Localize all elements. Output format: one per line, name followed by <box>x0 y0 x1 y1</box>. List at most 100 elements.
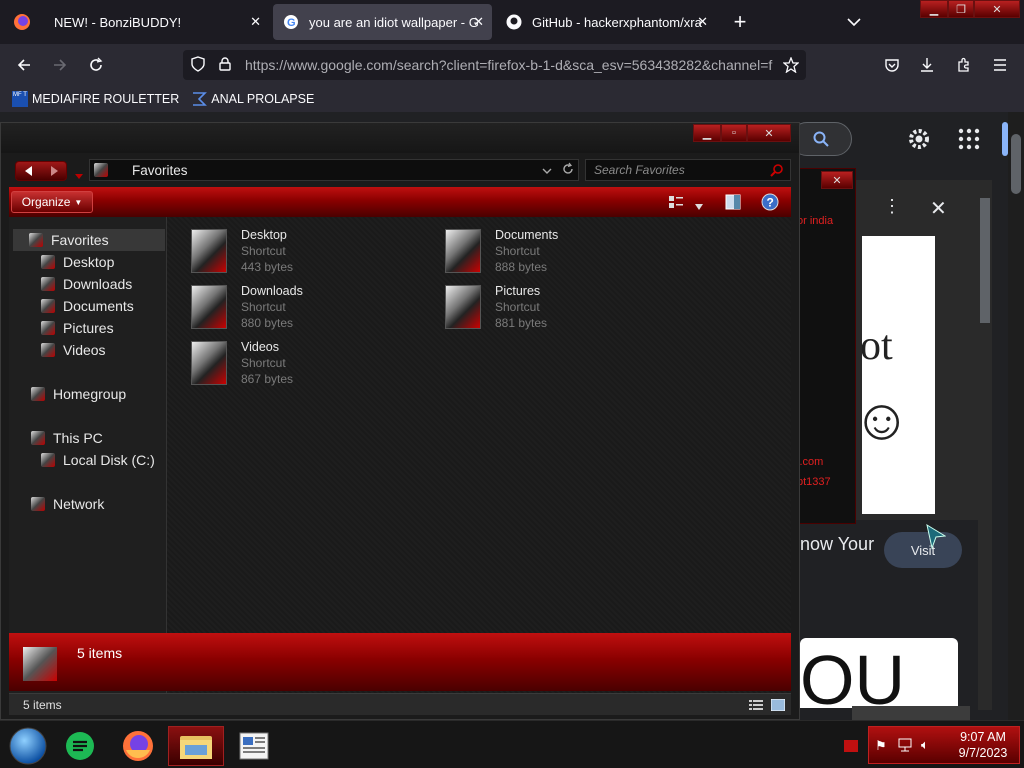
firefox-icon[interactable] <box>110 726 166 766</box>
tab-bonzibuddy[interactable]: NEW! - BonziBUDDY! ✕ <box>44 4 269 40</box>
firefox-menu-icon[interactable] <box>8 8 36 36</box>
sidebar-label: Desktop <box>63 254 115 270</box>
sidebar-label: Videos <box>63 342 106 358</box>
sidebar-item-local-disk[interactable]: Local Disk (C:) <box>41 449 155 471</box>
sidebar-item-videos[interactable]: Videos <box>41 339 106 361</box>
recent-locations-chevron-icon[interactable] <box>75 167 85 179</box>
file-type: Shortcut <box>241 244 286 258</box>
maximize-button[interactable]: ❐ <box>948 0 974 18</box>
popup-text: l.com <box>797 456 824 468</box>
new-tab-button[interactable]: + <box>726 8 754 36</box>
file-name: Pictures <box>495 284 541 298</box>
status-item-count: 5 items <box>23 698 62 712</box>
horizontal-scrollbar[interactable] <box>852 706 970 720</box>
google-icon: G <box>283 14 299 30</box>
refresh-icon[interactable] <box>562 162 574 181</box>
extensions-icon[interactable] <box>950 51 978 79</box>
sidebar-item-homegroup[interactable]: Homegroup <box>31 383 126 405</box>
sidebar-item-desktop[interactable]: Desktop <box>41 251 114 273</box>
explorer-search-field[interactable]: Search Favorites <box>585 159 791 181</box>
preview-scrollbar[interactable] <box>978 190 992 710</box>
show-hidden-icons-icon[interactable] <box>844 740 858 752</box>
bookmark-mediafire[interactable]: MF T MEDIAFIRE ROULETTER <box>12 91 179 107</box>
url-text[interactable]: https://www.google.com/search?client=fir… <box>245 57 775 73</box>
tab-google-search[interactable]: G you are an idiot wallpaper - Goo ✕ <box>273 4 492 40</box>
explorer-title-bar[interactable] <box>1 123 799 153</box>
close-icon[interactable]: ✕ <box>697 14 708 30</box>
lock-icon[interactable] <box>219 56 233 74</box>
command-bar: Organize ▼ ? <box>9 187 791 217</box>
organize-button[interactable]: Organize ▼ <box>11 191 93 213</box>
explorer-forward-icon[interactable] <box>41 162 66 180</box>
sidebar-item-favorites[interactable]: Favorites <box>13 229 165 251</box>
result-image[interactable]: OU <box>800 638 958 708</box>
file-item-videos[interactable]: Videos Shortcut 867 bytes <box>191 339 431 395</box>
pocket-icon[interactable] <box>878 51 906 79</box>
help-icon[interactable]: ? <box>761 193 779 211</box>
explorer-back-icon[interactable] <box>16 162 41 180</box>
view-options-chevron-icon[interactable] <box>695 197 705 210</box>
large-icons-view-icon[interactable] <box>770 698 786 712</box>
file-explorer-icon[interactable] <box>168 726 224 766</box>
scrollbar-thumb[interactable] <box>1011 134 1021 194</box>
organize-label: Organize <box>21 195 71 209</box>
document-viewer-icon[interactable] <box>226 726 282 766</box>
explorer-minimize-button[interactable]: ▁ <box>693 124 721 142</box>
address-bar[interactable]: https://www.google.com/search?client=fir… <box>183 50 806 80</box>
sidebar-item-network[interactable]: Network <box>31 493 104 515</box>
hamburger-menu-icon[interactable] <box>986 51 1014 79</box>
file-explorer-window: ▁ ▫ ✕ Favorites Search Favorites Organiz… <box>0 122 800 720</box>
page-scrollbar[interactable] <box>1008 112 1024 720</box>
start-orb-icon[interactable] <box>0 726 56 766</box>
bookmark-anal-prolapse[interactable]: ANAL PROLAPSE <box>191 91 314 107</box>
close-preview-icon[interactable]: ✕ <box>930 196 952 220</box>
visit-button[interactable]: Visit <box>884 532 962 568</box>
preview-pane-icon[interactable] <box>725 194 741 210</box>
search-icon[interactable] <box>770 163 784 182</box>
preview-scrollbar-thumb[interactable] <box>980 198 990 323</box>
file-item-pictures[interactable]: Pictures Shortcut 881 bytes <box>445 283 685 339</box>
shield-icon[interactable] <box>191 55 207 75</box>
file-list-pane: Desktop Shortcut 443 bytes Documents Sho… <box>167 217 791 695</box>
file-item-documents[interactable]: Documents Shortcut 888 bytes <box>445 227 685 283</box>
explorer-close-button[interactable]: ✕ <box>747 124 791 142</box>
sidebar-item-this-pc[interactable]: This PC <box>31 427 103 449</box>
explorer-maximize-button[interactable]: ▫ <box>721 124 747 142</box>
close-icon[interactable]: ✕ <box>250 14 261 30</box>
back-arrow-icon[interactable] <box>10 51 38 79</box>
file-name: Desktop <box>241 228 287 242</box>
volume-icon[interactable]: 🔈︎ <box>921 737 929 753</box>
notes-app-icon[interactable] <box>52 726 108 766</box>
mouse-cursor-icon <box>926 523 947 550</box>
popup-close-button[interactable]: ✕ <box>821 171 853 189</box>
explorer-address-bar[interactable]: Favorites <box>89 159 579 181</box>
settings-gear-icon[interactable] <box>906 126 932 152</box>
details-view-icon[interactable] <box>749 698 763 710</box>
reload-icon[interactable] <box>82 51 110 79</box>
sidebar-item-pictures[interactable]: Pictures <box>41 317 114 339</box>
downloads-icon[interactable] <box>913 51 941 79</box>
file-item-downloads[interactable]: Downloads Shortcut 880 bytes <box>191 283 431 339</box>
svg-text:?: ? <box>767 196 774 210</box>
bookmark-star-icon[interactable] <box>777 51 805 79</box>
address-dropdown-chevron-icon[interactable] <box>542 163 552 181</box>
status-bar: 5 items <box>9 693 791 715</box>
more-options-icon[interactable]: ⋮ <box>883 196 903 218</box>
forward-arrow-icon[interactable] <box>46 51 74 79</box>
sidebar-label: Favorites <box>51 232 109 248</box>
action-center-flag-icon[interactable]: ⚑ <box>875 738 887 754</box>
sidebar-item-documents[interactable]: Documents <box>41 295 134 317</box>
tab-list-chevron-icon[interactable] <box>840 8 868 36</box>
change-view-icon[interactable] <box>669 195 683 209</box>
tab-github[interactable]: GitHub - hackerxphantom/xran ✕ <box>496 4 716 40</box>
network-status-icon[interactable] <box>897 737 913 753</box>
sidebar-item-downloads[interactable]: Downloads <box>41 273 132 295</box>
close-window-button[interactable]: ✕ <box>974 0 1020 18</box>
minimize-button[interactable]: ▁ <box>920 0 948 18</box>
result-snippet: now Your <box>800 534 875 554</box>
file-item-desktop[interactable]: Desktop Shortcut 443 bytes <box>191 227 431 283</box>
close-icon[interactable]: ✕ <box>473 14 484 30</box>
apps-grid-icon[interactable] <box>958 128 980 150</box>
idiot-image[interactable]: ot ☺ <box>862 236 935 514</box>
clock[interactable]: 9:07 AM 9/7/2023 <box>949 729 1017 761</box>
